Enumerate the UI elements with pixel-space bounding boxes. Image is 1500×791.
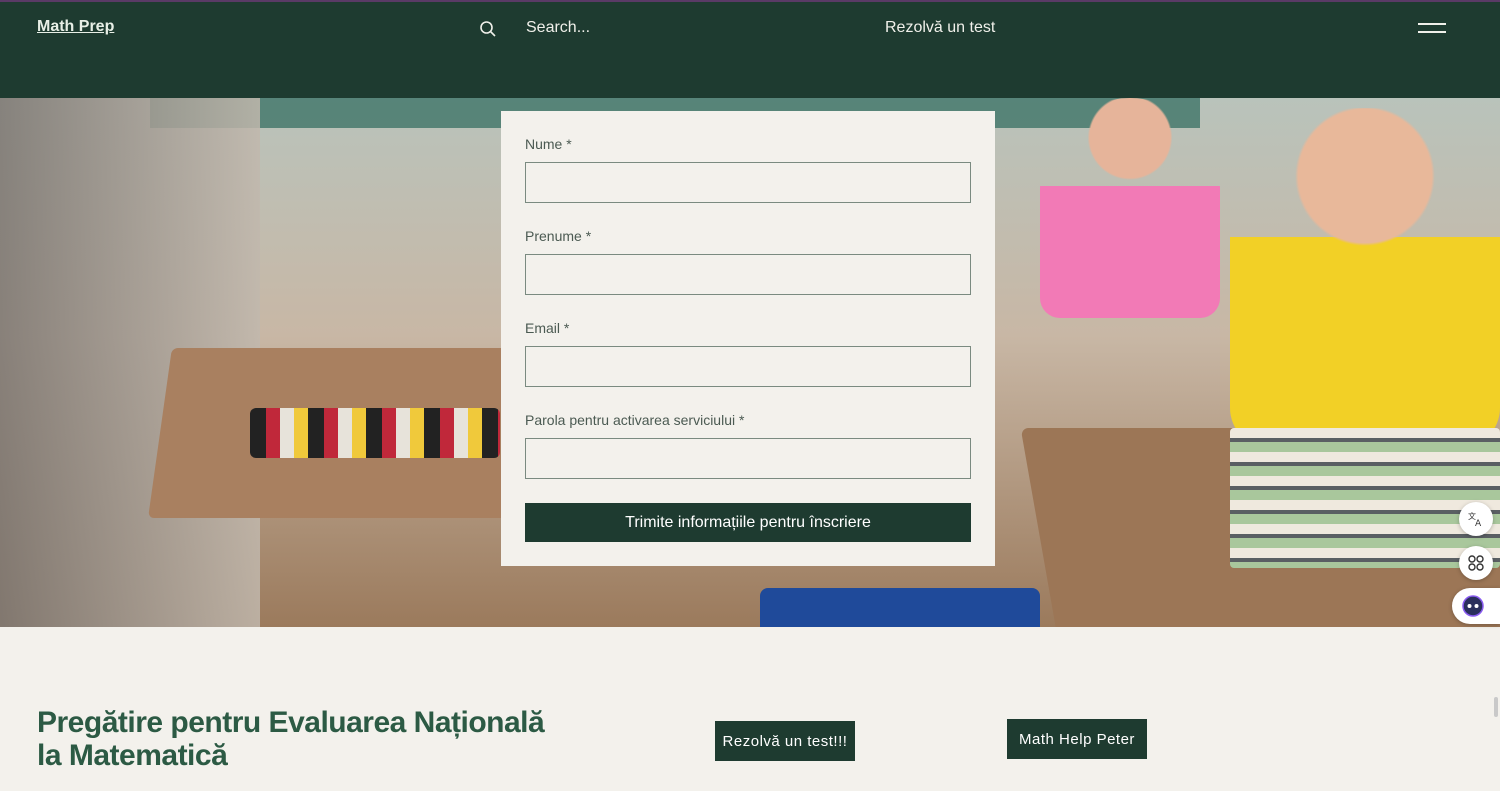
site-header: Math Prep Search... Rezolvă un test <box>0 0 1500 98</box>
apps-icon[interactable] <box>1459 546 1493 580</box>
email-field[interactable] <box>525 346 971 387</box>
email-label: Email * <box>525 320 570 336</box>
solve-test-button[interactable]: Rezolvă un test!!! <box>715 721 855 761</box>
registration-form: Nume * Prenume * Email * Parola pentru a… <box>501 111 995 566</box>
name-label: Nume * <box>525 136 572 152</box>
surname-field[interactable] <box>525 254 971 295</box>
password-field[interactable] <box>525 438 971 479</box>
name-field[interactable] <box>525 162 971 203</box>
surname-label: Prenume * <box>525 228 592 244</box>
headline-line-1: Pregătire pentru Evaluarea Națională <box>37 706 545 739</box>
page-headline: Pregătire pentru Evaluarea Națională la … <box>37 706 545 772</box>
site-logo[interactable]: Math Prep <box>37 18 114 36</box>
search-input[interactable]: Search... <box>526 19 590 37</box>
nav-link-solve-test[interactable]: Rezolvă un test <box>885 19 995 37</box>
translate-icon[interactable]: 文A <box>1459 502 1493 536</box>
submit-registration-button[interactable]: Trimite informațiile pentru înscriere <box>525 503 971 542</box>
password-label: Parola pentru activarea serviciului * <box>525 412 745 428</box>
hamburger-icon[interactable] <box>1418 23 1448 37</box>
search-icon[interactable] <box>479 20 497 38</box>
math-help-button[interactable]: Math Help Peter <box>1007 719 1147 759</box>
scrollbar-thumb[interactable] <box>1494 697 1498 717</box>
headline-line-2: la Matematică <box>37 739 228 772</box>
svg-text:A: A <box>1475 519 1482 528</box>
assistant-icon[interactable] <box>1452 588 1500 624</box>
